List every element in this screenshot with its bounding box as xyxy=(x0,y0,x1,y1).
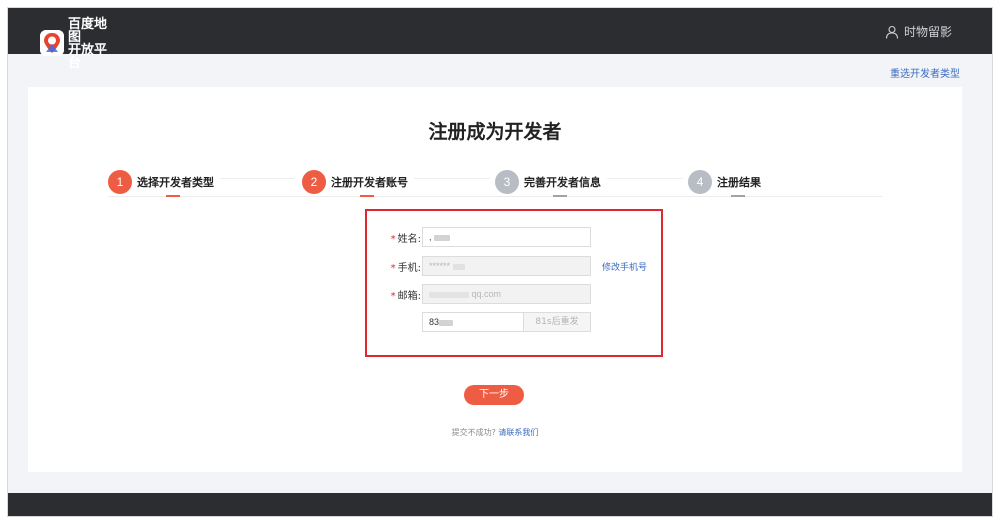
phone-label: * 手机: xyxy=(383,259,421,274)
step-label: 注册开发者账号 xyxy=(331,176,408,189)
email-value: qq.com xyxy=(471,289,502,299)
required-mark: * xyxy=(390,263,396,274)
user-icon xyxy=(885,25,899,39)
name-label: * 姓名: xyxy=(383,230,421,245)
step-indicator xyxy=(360,195,374,197)
baidu-map-logo-icon xyxy=(40,30,64,56)
redacted-block xyxy=(429,291,469,298)
step-number: 1 xyxy=(108,170,132,194)
step-label: 完善开发者信息 xyxy=(524,176,601,189)
step-4: 4 注册结果 xyxy=(688,165,761,199)
step-label: 注册结果 xyxy=(717,176,761,189)
resend-code-button: 81s后重发 xyxy=(523,312,591,332)
step-label: 选择开发者类型 xyxy=(137,176,214,189)
registration-card: 注册成为开发者 1 选择开发者类型 2 注册开发者账号 3 完善开发者信息 4 … xyxy=(28,87,962,472)
redacted-block xyxy=(439,319,454,326)
verification-row: 83 81s后重发 xyxy=(367,312,661,332)
logo[interactable]: 百度地图 开放平台 xyxy=(40,17,118,69)
help-prefix: 提交不成功? xyxy=(451,428,496,437)
verification-code-input[interactable]: 83 xyxy=(422,312,524,332)
email-field: qq.com xyxy=(422,284,591,304)
developer-account-form: * 姓名: , * 手机: ****** 修改手机号 * 邮箱: qq.com 83 … xyxy=(365,209,663,357)
top-navbar: 百度地图 开放平台 时物留影 xyxy=(8,8,992,69)
browser-frame: 百度地图 开放平台 时物留影 重选开发者类型 注册成为开发者 1 选择开发者类型 xyxy=(7,7,993,517)
reselect-developer-type-link[interactable]: 重选开发者类型 xyxy=(890,65,960,80)
name-row: * 姓名: , xyxy=(367,227,661,247)
required-mark: * xyxy=(390,234,396,245)
logo-line2: 开放平台 xyxy=(68,42,108,70)
step-number: 3 xyxy=(495,170,519,194)
user-menu[interactable]: 时物留影 xyxy=(885,23,952,40)
step-2: 2 注册开发者账号 xyxy=(302,165,490,199)
name-label-text: 姓名: xyxy=(397,234,421,245)
step-1: 1 选择开发者类型 xyxy=(108,165,294,199)
step-indicator xyxy=(166,195,180,197)
contact-us-link[interactable]: 请联系我们 xyxy=(498,428,538,437)
logo-text: 百度地图 开放平台 xyxy=(68,17,118,69)
bottom-footer-bar xyxy=(8,493,992,516)
phone-field: ****** xyxy=(422,256,591,276)
step-connector xyxy=(607,178,683,179)
email-label: * 邮箱: xyxy=(383,287,421,302)
step-3: 3 完善开发者信息 xyxy=(495,165,683,199)
email-label-text: 邮箱: xyxy=(397,291,421,302)
redacted-block xyxy=(434,234,451,241)
redacted-block xyxy=(452,263,465,270)
steps-progress: 1 选择开发者类型 2 注册开发者账号 3 完善开发者信息 4 注册结果 xyxy=(108,165,882,201)
next-step-button[interactable]: 下一步 xyxy=(464,385,524,405)
phone-label-text: 手机: xyxy=(397,263,421,274)
code-value: 83 xyxy=(429,317,440,327)
change-phone-link[interactable]: 修改手机号 xyxy=(602,260,647,273)
step-connector xyxy=(414,178,490,179)
phone-row: * 手机: ****** 修改手机号 xyxy=(367,256,661,276)
name-value: , xyxy=(429,232,432,242)
logo-line1: 百度地图 xyxy=(68,16,108,44)
phone-value: ****** xyxy=(429,261,451,271)
step-indicator xyxy=(553,195,567,197)
step-connector xyxy=(220,178,294,179)
step-indicator xyxy=(731,195,745,197)
help-text: 提交不成功? 请联系我们 xyxy=(28,427,962,438)
email-row: * 邮箱: qq.com xyxy=(367,284,661,304)
name-input[interactable]: , xyxy=(422,227,591,247)
page-title: 注册成为开发者 xyxy=(428,121,562,143)
step-number: 2 xyxy=(302,170,326,194)
required-mark: * xyxy=(390,291,396,302)
user-name: 时物留影 xyxy=(903,25,952,39)
step-number: 4 xyxy=(688,170,712,194)
